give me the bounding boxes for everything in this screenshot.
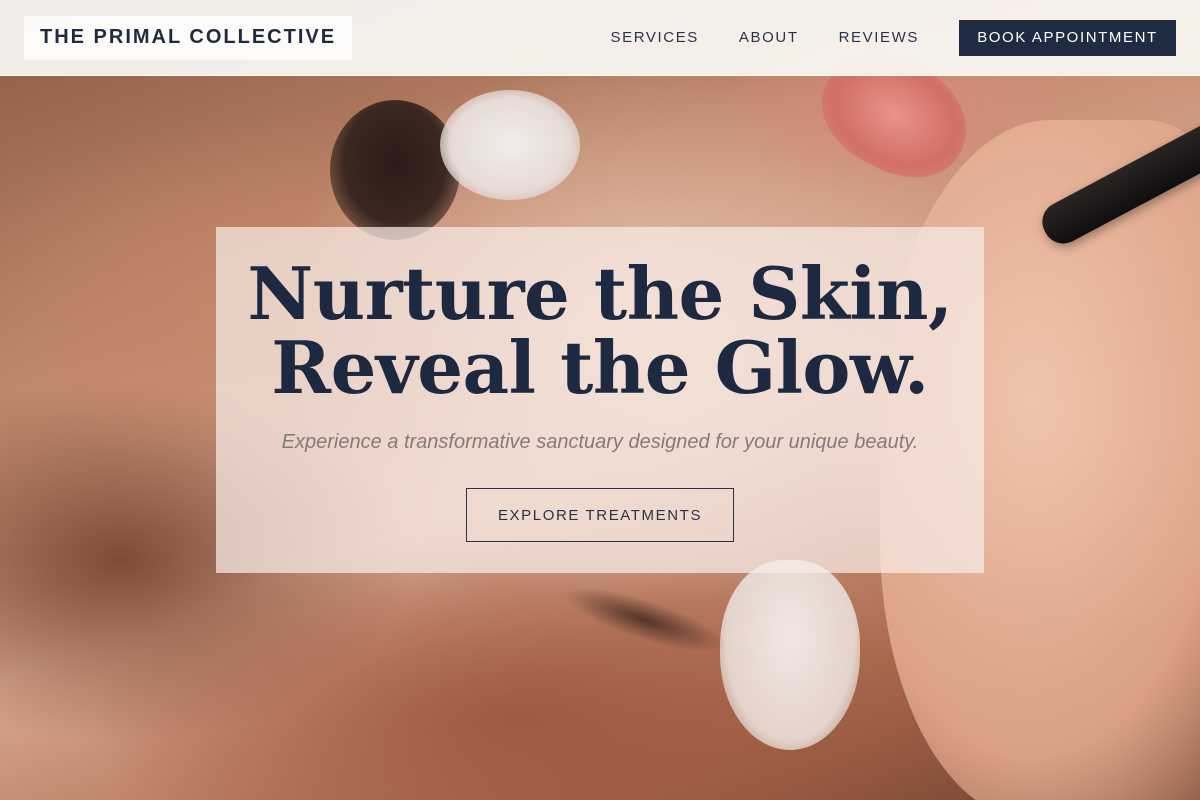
hero-card: Nurture the Skin, Reveal the Glow. Exper… bbox=[216, 227, 984, 573]
hero-headline-line-1: Nurture the Skin, bbox=[247, 251, 953, 336]
hero-headline: Nurture the Skin, Reveal the Glow. bbox=[247, 251, 953, 410]
explore-treatments-button[interactable]: EXPLORE TREATMENTS bbox=[466, 488, 734, 542]
eyelash-shape bbox=[330, 100, 460, 240]
eyebrow-shape bbox=[557, 574, 733, 666]
nav-link-services[interactable]: SERVICES bbox=[611, 29, 699, 46]
under-eye-pad-shape bbox=[720, 560, 860, 750]
hero-headline-line-2: Reveal the Glow. bbox=[271, 325, 929, 410]
nav-link-reviews[interactable]: REVIEWS bbox=[839, 29, 919, 46]
site-header: THE PRIMAL COLLECTIVE SERVICES ABOUT REV… bbox=[0, 0, 1200, 76]
book-appointment-button[interactable]: BOOK APPOINTMENT bbox=[959, 19, 1176, 56]
nav-link-about[interactable]: ABOUT bbox=[739, 29, 799, 46]
cotton-pad-shape bbox=[440, 90, 580, 200]
main-nav: SERVICES ABOUT REVIEWS BOOK APPOINTMENT bbox=[611, 19, 1176, 56]
hero-subtext: Experience a transformative sanctuary de… bbox=[281, 431, 919, 453]
brand-logo[interactable]: THE PRIMAL COLLECTIVE bbox=[24, 15, 353, 60]
